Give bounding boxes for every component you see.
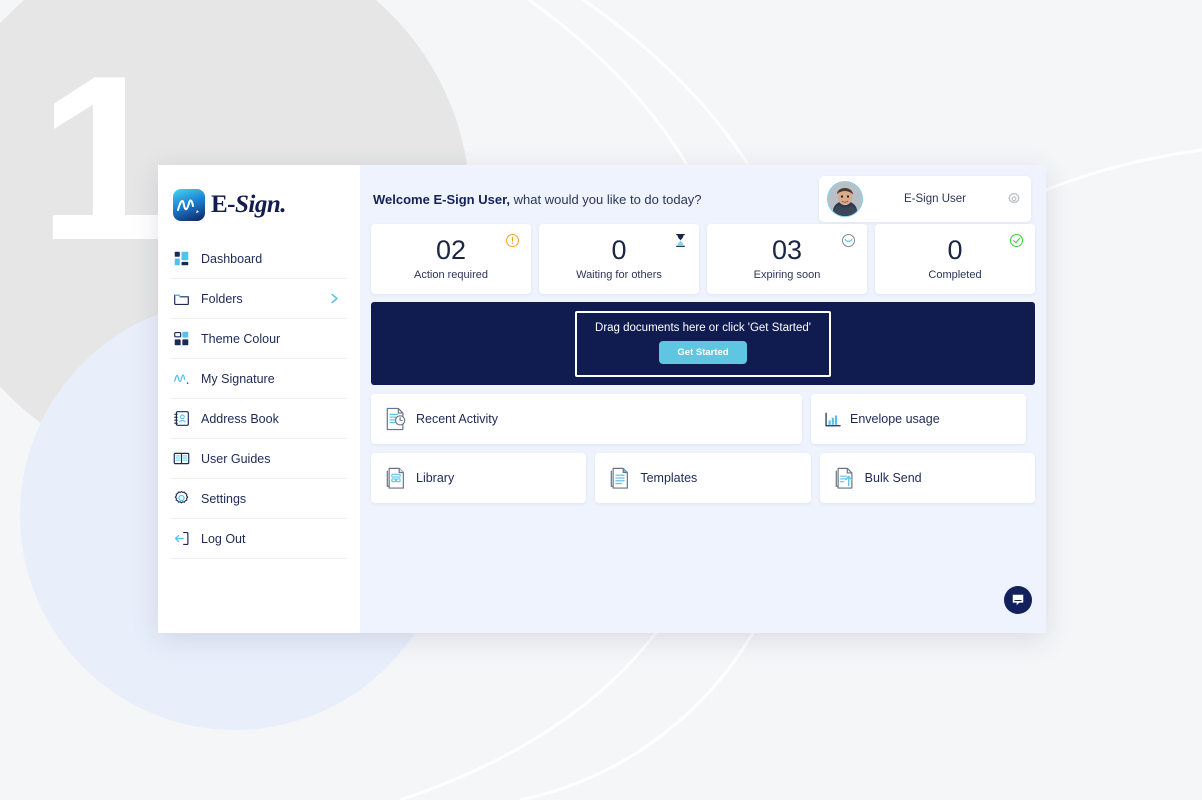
bulk-send-doc-icon bbox=[835, 467, 853, 489]
sidebar-item-label: My Signature bbox=[201, 371, 275, 386]
stat-card-waiting-for-others[interactable]: 0 Waiting for others bbox=[539, 224, 699, 294]
sidebar-item-label: Address Book bbox=[201, 411, 279, 426]
tile-envelope-usage[interactable]: Envelope usage bbox=[811, 394, 1026, 444]
gear-icon[interactable] bbox=[1007, 192, 1021, 206]
tile-bulk-send[interactable]: Bulk Send bbox=[819, 453, 1035, 503]
sidebar-item-label: Dashboard bbox=[201, 251, 263, 266]
stats-row: 02 Action required 0 Waiting for others bbox=[371, 224, 1035, 294]
sidebar-item-log-out[interactable]: Log Out bbox=[171, 519, 347, 559]
library-doc-icon bbox=[386, 467, 404, 489]
chat-support-button[interactable] bbox=[1004, 586, 1032, 614]
sidebar-item-label: Theme Colour bbox=[201, 331, 281, 346]
gear-icon bbox=[174, 490, 189, 504]
stat-card-expiring-soon[interactable]: 03 Expiring soon bbox=[707, 224, 867, 294]
tile-label: Templates bbox=[640, 471, 698, 485]
stat-value: 0 bbox=[611, 235, 627, 265]
brand-name-prefix: E- bbox=[211, 191, 236, 218]
tiles-row-1: Recent Activity Envelope usage bbox=[371, 394, 1035, 444]
dashboard-icon bbox=[174, 251, 189, 266]
sidebar-item-my-signature[interactable]: My Signature bbox=[171, 359, 347, 399]
stat-value: 03 bbox=[771, 235, 803, 265]
chat-bubble-icon bbox=[1012, 594, 1024, 606]
alert-circle-icon bbox=[505, 233, 520, 248]
user-profile-chip[interactable]: E-Sign User bbox=[819, 176, 1031, 222]
brand-logo[interactable]: E-Sign. bbox=[171, 165, 347, 239]
brand-name-suffix: Sign bbox=[235, 191, 281, 218]
signature-icon bbox=[174, 374, 189, 385]
stat-label: Completed bbox=[928, 269, 982, 281]
welcome-message: Welcome E-Sign User, what would you like… bbox=[373, 192, 702, 207]
theme-colour-icon bbox=[174, 331, 189, 346]
check-circle-icon bbox=[1009, 233, 1024, 248]
stat-label: Action required bbox=[414, 269, 488, 281]
sidebar-item-label: Folders bbox=[201, 291, 243, 306]
background-numeral: 1 bbox=[38, 26, 169, 289]
book-icon bbox=[173, 452, 190, 465]
address-book-icon bbox=[174, 411, 189, 426]
logout-icon bbox=[174, 531, 189, 546]
tile-label: Envelope usage bbox=[850, 412, 940, 426]
recent-activity-icon bbox=[386, 407, 406, 431]
stat-card-completed[interactable]: 0 Completed bbox=[875, 224, 1035, 294]
stat-value: 02 bbox=[435, 235, 467, 265]
clock-icon bbox=[842, 234, 855, 247]
folder-icon bbox=[174, 294, 189, 306]
user-name-label: E-Sign User bbox=[904, 193, 966, 205]
sidebar-item-dashboard[interactable]: Dashboard bbox=[171, 239, 347, 279]
dropzone-text: Drag documents here or click 'Get Starte… bbox=[595, 321, 811, 334]
template-doc-icon bbox=[611, 467, 629, 489]
sidebar: E-Sign. Dashboard Folders Theme Colour M… bbox=[158, 165, 360, 633]
sidebar-item-label: User Guides bbox=[201, 451, 271, 466]
document-dropzone[interactable]: Drag documents here or click 'Get Starte… bbox=[371, 302, 1035, 385]
tile-templates[interactable]: Templates bbox=[595, 453, 811, 503]
sidebar-item-address-book[interactable]: Address Book bbox=[171, 399, 347, 439]
stat-card-action-required[interactable]: 02 Action required bbox=[371, 224, 531, 294]
tile-label: Recent Activity bbox=[416, 412, 498, 426]
signature-mark-icon bbox=[173, 189, 205, 221]
sidebar-item-label: Settings bbox=[201, 491, 247, 506]
dropzone-inner: Drag documents here or click 'Get Starte… bbox=[575, 310, 831, 377]
stat-value: 0 bbox=[947, 235, 963, 265]
sidebar-item-settings[interactable]: Settings bbox=[171, 479, 347, 519]
sidebar-item-folders[interactable]: Folders bbox=[171, 279, 347, 319]
avatar bbox=[827, 181, 863, 217]
stat-label: Waiting for others bbox=[576, 269, 662, 281]
bar-chart-icon bbox=[825, 412, 841, 426]
tile-recent-activity[interactable]: Recent Activity bbox=[371, 394, 802, 444]
app-window: E-Sign. Dashboard Folders Theme Colour M… bbox=[158, 165, 1046, 633]
chevron-right-icon[interactable] bbox=[328, 292, 341, 305]
get-started-button[interactable]: Get Started bbox=[659, 340, 747, 364]
top-bar: Welcome E-Sign User, what would you like… bbox=[371, 176, 1035, 222]
sidebar-item-user-guides[interactable]: User Guides bbox=[171, 439, 347, 479]
welcome-bold: Welcome E-Sign User, bbox=[373, 191, 511, 207]
tile-library[interactable]: Library bbox=[371, 453, 587, 503]
tile-label: Bulk Send bbox=[864, 471, 922, 485]
stat-label: Expiring soon bbox=[753, 269, 821, 281]
welcome-rest: what would you like to do today? bbox=[510, 191, 702, 207]
sidebar-item-theme-colour[interactable]: Theme Colour bbox=[171, 319, 347, 359]
hourglass-icon bbox=[676, 234, 685, 247]
tiles-row-2: Library Templates Bulk Send bbox=[371, 453, 1035, 503]
sidebar-item-label: Log Out bbox=[201, 531, 246, 546]
brand-name: E-Sign. bbox=[211, 191, 287, 218]
main-content: Welcome E-Sign User, what would you like… bbox=[360, 165, 1046, 633]
tile-label: Library bbox=[416, 471, 455, 485]
